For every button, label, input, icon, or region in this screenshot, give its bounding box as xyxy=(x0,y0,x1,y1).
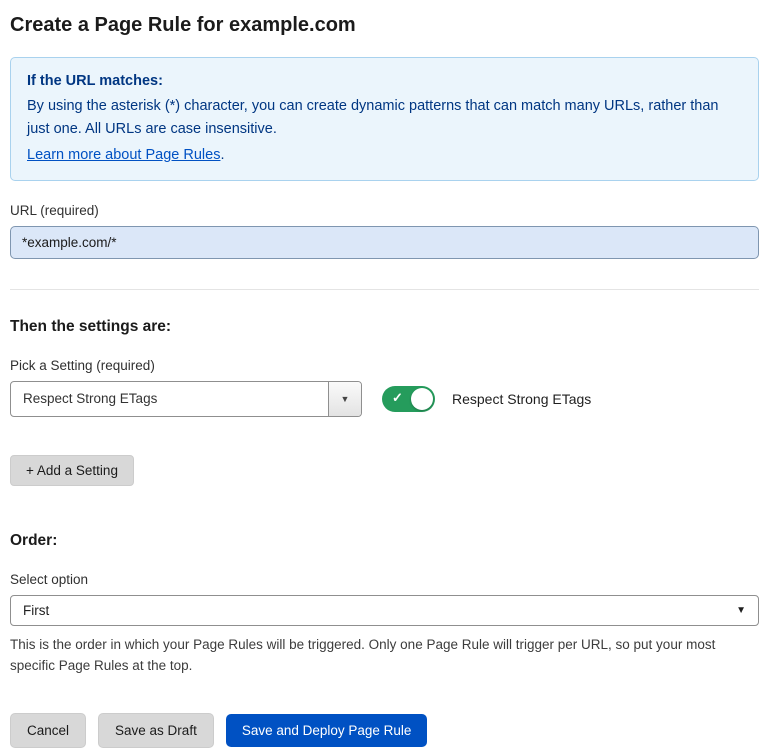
setting-select[interactable]: Respect Strong ETags ▼ xyxy=(10,381,362,417)
section-divider xyxy=(10,289,759,290)
url-field-label: URL (required) xyxy=(10,203,759,218)
order-select-value: First xyxy=(23,603,49,618)
setting-select-dropdown-button[interactable]: ▼ xyxy=(328,382,361,416)
info-box-heading: If the URL matches: xyxy=(27,70,742,93)
url-input[interactable] xyxy=(10,226,759,259)
dropdown-arrow-icon: ▼ xyxy=(341,394,350,404)
order-select-label: Select option xyxy=(10,572,759,587)
order-section-heading: Order: xyxy=(10,532,759,550)
learn-more-link[interactable]: Learn more about Page Rules xyxy=(27,147,220,163)
toggle-knob xyxy=(411,388,433,410)
pick-setting-label: Pick a Setting (required) xyxy=(10,358,759,373)
toggle-check-icon: ✓ xyxy=(392,390,403,407)
save-deploy-button[interactable]: Save and Deploy Page Rule xyxy=(226,714,428,747)
settings-section-heading: Then the settings are: xyxy=(10,318,759,336)
add-setting-button[interactable]: + Add a Setting xyxy=(10,455,134,486)
info-box-body: By using the asterisk (*) character, you… xyxy=(27,95,742,141)
etags-toggle[interactable]: ✓ xyxy=(382,386,435,412)
etags-toggle-label: Respect Strong ETags xyxy=(452,391,591,407)
page-title: Create a Page Rule for example.com xyxy=(10,14,759,37)
setting-select-value: Respect Strong ETags xyxy=(11,382,328,416)
info-box-link-line: Learn more about Page Rules. xyxy=(27,144,742,167)
setting-row: Respect Strong ETags ▼ ✓ Respect Strong … xyxy=(10,381,759,417)
chevron-down-icon: ▼ xyxy=(736,605,746,616)
etags-toggle-group: ✓ Respect Strong ETags xyxy=(382,386,591,412)
order-help-text: This is the order in which your Page Rul… xyxy=(10,635,755,677)
url-match-info-box: If the URL matches: By using the asteris… xyxy=(10,57,759,181)
link-period: . xyxy=(220,147,224,163)
order-select[interactable]: First ▼ xyxy=(10,595,759,626)
